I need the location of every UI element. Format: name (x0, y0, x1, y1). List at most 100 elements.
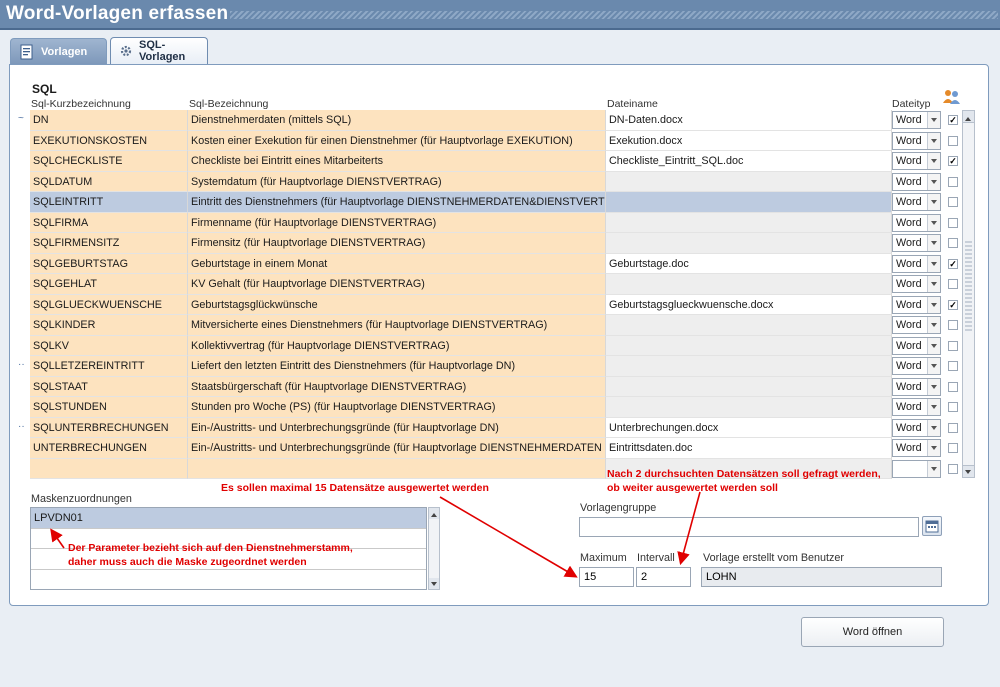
row-checkbox[interactable] (948, 135, 958, 146)
table-scrollbar[interactable] (962, 110, 975, 478)
cell-kurzbezeichnung[interactable]: EXEKUTIONSKOSTEN (30, 130, 188, 151)
row-checkbox[interactable] (948, 422, 958, 433)
cell-kurzbezeichnung[interactable]: SQLKV (30, 335, 188, 356)
cell-bezeichnung[interactable]: Liefert den letzten Eintritt des Dienstn… (188, 356, 606, 377)
cell-kurzbezeichnung[interactable]: SQLGEBURTSTAG (30, 253, 188, 274)
tab-vorlagen[interactable]: Vorlagen (10, 38, 107, 64)
row-checkbox[interactable] (948, 402, 958, 412)
cell-bezeichnung[interactable] (188, 458, 606, 479)
dateityp-select[interactable]: Word (892, 131, 941, 150)
dateityp-select[interactable]: Word (892, 234, 941, 252)
cell-bezeichnung[interactable]: Firmenname (für Hauptvorlage DIENSTVERTR… (188, 212, 606, 233)
cell-kurzbezeichnung[interactable]: SQLGLUECKWUENSCHE (30, 294, 188, 315)
chevron-down-icon[interactable] (927, 276, 940, 292)
table-row[interactable]: SQLGEHLAT KV Gehalt (für Hauptvorlage DIE… (30, 274, 958, 295)
cell-bezeichnung[interactable]: Mitversicherte eines Dienstnehmers (für … (188, 315, 606, 336)
cell-dateiname[interactable] (606, 233, 892, 254)
cell-dateiname[interactable]: DN-Daten.docx (606, 110, 892, 131)
cell-bezeichnung[interactable]: Stunden pro Woche (PS) (für Hauptvorlage… (188, 397, 606, 418)
cell-dateiname[interactable] (606, 356, 892, 377)
chevron-down-icon[interactable] (927, 337, 940, 354)
cell-dateiname[interactable]: Geburtstage.doc (606, 253, 892, 274)
dateityp-select[interactable]: Word (892, 336, 941, 355)
cell-kurzbezeichnung[interactable] (30, 458, 188, 479)
scroll-down-icon[interactable] (429, 578, 439, 589)
scroll-up-icon[interactable] (429, 508, 439, 519)
list-item[interactable]: LPVDN01 (31, 508, 426, 529)
chevron-down-icon[interactable] (927, 296, 940, 313)
cell-dateiname[interactable] (606, 171, 892, 192)
cell-dateiname[interactable] (606, 335, 892, 356)
row-checkbox[interactable]: ✓ (948, 156, 958, 166)
cell-dateiname[interactable] (606, 376, 892, 397)
dateityp-select[interactable]: Word (892, 172, 941, 191)
chevron-down-icon[interactable] (927, 194, 940, 210)
dateityp-select[interactable]: Word (892, 316, 941, 334)
table-row[interactable]: ~ DN Dienstnehmerdaten (mittels SQL) DN-Dat… (18, 110, 958, 131)
cell-bezeichnung[interactable]: Checkliste bei Eintritt eines Mitarbeite… (188, 151, 606, 172)
table-row[interactable]: EXEKUTIONSKOSTEN Kosten einer Exekution f… (30, 130, 958, 151)
chevron-down-icon[interactable] (927, 255, 940, 272)
cell-dateiname[interactable]: Checkliste_Eintritt_SQL.doc (606, 151, 892, 172)
cell-dateiname[interactable]: Unterbrechungen.docx (606, 417, 892, 438)
users-icon[interactable] (942, 89, 962, 105)
table-row[interactable]: SQLEINTRITT Eintritt des Dienstnehmers (f… (30, 192, 958, 213)
cell-kurzbezeichnung[interactable]: SQLCHECKLISTE (30, 151, 188, 172)
table-row[interactable]: ·· SQLUNTERBRECHUNGEN Ein-/Austritts- und … (18, 417, 958, 438)
table-row[interactable]: SQLGEBURTSTAG Geburtstage in einem Monat G… (30, 253, 958, 274)
dateityp-select[interactable]: Word (892, 418, 941, 437)
row-checkbox[interactable] (948, 238, 958, 248)
list-item[interactable] (31, 570, 426, 591)
table-row[interactable]: ·· SQLLETZEREINTRITT Liefert den letzten E… (18, 356, 958, 377)
row-checkbox[interactable] (948, 279, 958, 289)
row-checkbox[interactable]: ✓ (948, 258, 958, 269)
dateityp-select[interactable]: Word (892, 275, 941, 293)
scroll-up-icon[interactable] (963, 111, 974, 123)
chevron-down-icon[interactable] (927, 378, 940, 395)
cell-bezeichnung[interactable]: Eintritt des Dienstnehmers (für Hauptvor… (188, 192, 606, 213)
dateityp-select[interactable]: Word (892, 398, 941, 416)
cell-dateiname[interactable] (606, 274, 892, 295)
dateityp-select[interactable]: Word (892, 439, 941, 457)
chevron-down-icon[interactable] (927, 132, 940, 149)
cell-kurzbezeichnung[interactable]: SQLFIRMENSITZ (30, 233, 188, 254)
dateityp-select[interactable]: Word (892, 213, 941, 232)
table-row[interactable]: SQLFIRMENSITZ Firmensitz (für Hauptvorlag… (30, 233, 958, 254)
row-checkbox[interactable]: ✓ (948, 115, 958, 125)
row-checkbox[interactable] (948, 381, 958, 392)
chevron-down-icon[interactable] (927, 460, 940, 477)
scroll-down-icon[interactable] (963, 465, 974, 477)
cell-bezeichnung[interactable]: Ein-/Austritts- und Unterbrechungsgründe… (188, 417, 606, 438)
chevron-down-icon[interactable] (927, 214, 940, 231)
dateityp-select[interactable] (892, 459, 941, 478)
row-checkbox[interactable] (948, 176, 958, 187)
chevron-down-icon[interactable] (927, 173, 940, 190)
cell-dateiname[interactable] (606, 315, 892, 336)
word-oeffnen-button[interactable]: Word öffnen (801, 617, 944, 647)
table-row[interactable]: SQLDATUM Systemdatum (für Hauptvorlage DI… (30, 171, 958, 192)
dateityp-select[interactable]: Word (892, 111, 941, 129)
table-row[interactable]: UNTERBRECHUNGEN Ein-/Austritts- und Unter… (30, 438, 958, 459)
scroll-grip[interactable] (965, 241, 972, 331)
cell-dateiname[interactable] (606, 212, 892, 233)
cell-kurzbezeichnung[interactable]: SQLSTUNDEN (30, 397, 188, 418)
cell-kurzbezeichnung[interactable]: SQLGEHLAT (30, 274, 188, 295)
dateityp-select[interactable]: Word (892, 254, 941, 273)
masken-scrollbar[interactable] (428, 507, 440, 590)
cell-bezeichnung[interactable]: Ein-/Austritts- und Unterbrechungsgründe… (188, 438, 606, 459)
cell-bezeichnung[interactable]: Firmensitz (für Hauptvorlage DIENSTVERTR… (188, 233, 606, 254)
chevron-down-icon[interactable] (927, 112, 940, 128)
tab-sql-vorlagen[interactable]: SQL-Vorlagen (110, 37, 208, 64)
cell-kurzbezeichnung[interactable]: SQLSTAAT (30, 376, 188, 397)
cell-kurzbezeichnung[interactable]: SQLLETZEREINTRITT (30, 356, 188, 377)
dateityp-select[interactable]: Word (892, 377, 941, 396)
maximum-input[interactable] (579, 567, 634, 587)
cell-kurzbezeichnung[interactable]: DN (30, 110, 188, 131)
cell-kurzbezeichnung[interactable]: UNTERBRECHUNGEN (30, 438, 188, 459)
table-row[interactable]: SQLCHECKLISTE Checkliste bei Eintritt ein… (30, 151, 958, 172)
vorlagengruppe-input[interactable] (579, 517, 919, 537)
cell-bezeichnung[interactable]: Kollektivvertrag (für Hauptvorlage DIENS… (188, 335, 606, 356)
cell-bezeichnung[interactable]: Dienstnehmerdaten (mittels SQL) (188, 110, 606, 131)
cell-dateiname[interactable] (606, 192, 892, 213)
cell-kurzbezeichnung[interactable]: SQLKINDER (30, 315, 188, 336)
